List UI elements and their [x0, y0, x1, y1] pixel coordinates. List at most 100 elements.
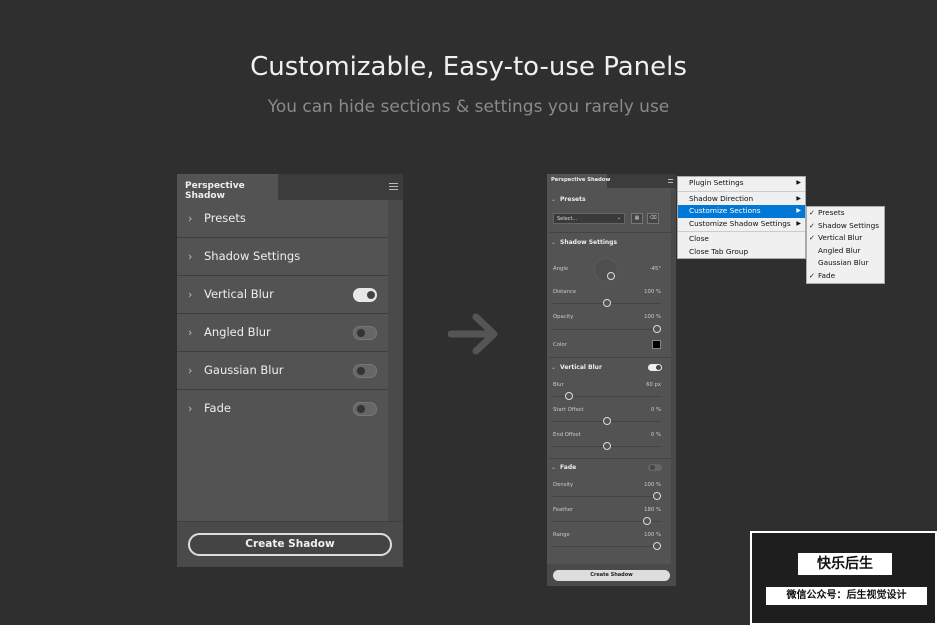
big-panel: Perspective Shadow › Presets › Shadow Se…	[177, 174, 403, 567]
blur-label: Blur	[553, 382, 564, 388]
preset-select[interactable]: Select... ⌄	[553, 213, 625, 224]
menu-separator	[678, 231, 805, 232]
toggle-knob	[367, 291, 375, 299]
delete-preset-icon[interactable]: ⌫	[647, 213, 659, 224]
section-label: Presets	[204, 211, 246, 225]
section-label: Fade	[560, 464, 577, 471]
feather-slider-knob[interactable]	[643, 517, 651, 525]
chevron-down-icon: ⌄	[551, 364, 557, 371]
toggle-knob	[357, 405, 365, 413]
menu-separator	[678, 190, 805, 192]
small-panel-tabbar: Perspective Shadow	[547, 174, 676, 188]
angled-blur-toggle[interactable]	[353, 326, 377, 340]
menu-item-plugin-settings[interactable]: Plugin Settings ▶	[678, 177, 805, 190]
fade-toggle[interactable]	[648, 464, 662, 471]
section-vertical-blur[interactable]: ⌄ Vertical Blur	[551, 364, 602, 371]
section-label: Angled Blur	[204, 325, 271, 339]
save-preset-icon[interactable]: ▦	[631, 213, 643, 224]
angle-value: -45°	[649, 266, 661, 272]
arrow-right-icon	[448, 313, 498, 355]
opacity-label: Opacity	[553, 314, 574, 320]
checkmark-icon: ✓	[809, 234, 815, 243]
divider	[549, 232, 671, 233]
feather-label: Feather	[553, 507, 574, 513]
section-shadow-settings[interactable]: › Shadow Settings	[177, 238, 388, 276]
menu-item-close[interactable]: Close	[678, 233, 805, 246]
section-presets[interactable]: ⌄ Presets	[551, 196, 586, 203]
density-slider-track[interactable]	[553, 496, 661, 497]
scrollbar[interactable]	[388, 200, 403, 521]
chevron-down-icon: ⌄	[551, 196, 557, 203]
section-label: Vertical Blur	[204, 287, 274, 301]
density-label: Density	[553, 482, 574, 488]
submenu-item-angled-blur[interactable]: Angled Blur	[807, 245, 884, 258]
blur-slider-knob[interactable]	[565, 392, 573, 400]
section-shadow-settings[interactable]: ⌄ Shadow Settings	[551, 239, 617, 246]
small-panel-tab[interactable]: Perspective Shadow	[547, 174, 610, 188]
chevron-right-icon: ›	[188, 364, 193, 377]
big-panel-footer: Create Shadow	[177, 521, 403, 567]
angle-dial[interactable]	[594, 258, 618, 282]
section-fade[interactable]: ⌄ Fade	[551, 464, 576, 471]
big-panel-tabbar: Perspective Shadow	[177, 174, 403, 201]
create-shadow-button[interactable]: Create Shadow	[553, 570, 670, 581]
fade-toggle[interactable]	[353, 402, 377, 416]
toggle-knob	[656, 365, 661, 370]
scrollbar[interactable]	[671, 188, 676, 564]
distance-value: 100 %	[644, 289, 661, 295]
divider	[549, 357, 671, 358]
watermark-title: 快乐后生	[798, 553, 892, 575]
end-offset-value: 0 %	[650, 432, 661, 438]
menu-item-customize-shadow-settings[interactable]: Customize Shadow Settings ▶	[678, 218, 805, 231]
range-label: Range	[553, 532, 570, 538]
menu-item-shadow-direction[interactable]: Shadow Direction ▶	[678, 193, 805, 206]
section-vertical-blur[interactable]: › Vertical Blur	[177, 276, 388, 314]
checkmark-icon: ✓	[809, 221, 815, 230]
vertical-blur-toggle[interactable]	[353, 288, 377, 302]
chevron-right-icon: ▶	[796, 219, 801, 227]
range-slider-track[interactable]	[553, 546, 661, 547]
big-panel-tab[interactable]: Perspective Shadow	[177, 174, 278, 201]
chevron-right-icon: ›	[188, 212, 193, 225]
section-label: Presets	[560, 196, 586, 203]
range-slider-knob[interactable]	[653, 542, 661, 550]
panel-menu-icon[interactable]	[389, 183, 398, 190]
submenu-item-shadow-settings[interactable]: ✓ Shadow Settings	[807, 220, 884, 233]
blur-value: 60 px	[646, 382, 661, 388]
chevron-right-icon: ▶	[796, 179, 801, 186]
end-offset-slider-knob[interactable]	[603, 442, 611, 450]
create-shadow-button[interactable]: Create Shadow	[188, 533, 392, 556]
submenu-item-vertical-blur[interactable]: ✓ Vertical Blur	[807, 232, 884, 245]
toggle-knob	[357, 367, 365, 375]
menu-item-customize-sections[interactable]: Customize Sections ▶	[678, 205, 805, 218]
section-gaussian-blur[interactable]: › Gaussian Blur	[177, 352, 388, 390]
density-slider-knob[interactable]	[653, 492, 661, 500]
vertical-blur-toggle[interactable]	[648, 364, 662, 371]
angle-label: Angle	[553, 266, 569, 272]
hero-title: Customizable, Easy-to-use Panels	[250, 52, 687, 82]
angle-knob[interactable]	[607, 272, 615, 280]
small-panel-footer: Create Shadow	[547, 564, 676, 586]
distance-label: Distance	[553, 289, 577, 295]
section-label: Shadow Settings	[204, 249, 301, 263]
opacity-slider-knob[interactable]	[653, 325, 661, 333]
section-presets[interactable]: › Presets	[177, 200, 388, 238]
menu-item-close-tab-group[interactable]: Close Tab Group	[678, 246, 805, 259]
distance-slider-knob[interactable]	[603, 299, 611, 307]
section-angled-blur[interactable]: › Angled Blur	[177, 314, 388, 352]
chevron-right-icon: ›	[188, 402, 193, 415]
start-offset-label: Start Offset	[553, 407, 584, 413]
color-swatch[interactable]	[652, 340, 661, 349]
start-offset-slider-knob[interactable]	[603, 417, 611, 425]
chevron-right-icon: ▶	[796, 194, 801, 202]
submenu-item-presets[interactable]: ✓ Presets	[807, 207, 884, 220]
opacity-slider-track[interactable]	[553, 329, 661, 330]
panel-menu-icon[interactable]	[668, 179, 673, 183]
submenu-item-fade[interactable]: ✓ Fade	[807, 270, 884, 283]
section-fade[interactable]: › Fade	[177, 390, 388, 428]
section-label: Vertical Blur	[560, 364, 602, 371]
chevron-right-icon: ›	[188, 326, 193, 339]
gaussian-blur-toggle[interactable]	[353, 364, 377, 378]
chevron-down-icon: ⌄	[551, 464, 557, 471]
submenu-item-gaussian-blur[interactable]: Gaussian Blur	[807, 257, 884, 270]
